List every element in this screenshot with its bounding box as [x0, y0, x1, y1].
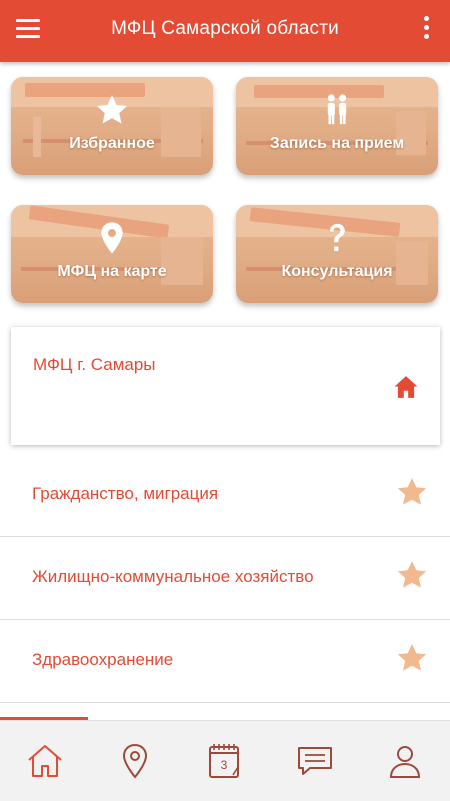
nav-calendar[interactable]: 3 — [180, 721, 270, 801]
home-icon[interactable] — [393, 374, 419, 400]
tile-map-label: МФЦ на карте — [57, 263, 167, 280]
favorite-star-icon[interactable] — [396, 476, 428, 508]
home-icon — [28, 745, 62, 777]
star-icon — [11, 93, 213, 127]
category-label: Здравоохранение — [32, 650, 174, 669]
map-pin-icon — [122, 743, 148, 779]
favorite-star-icon[interactable] — [396, 642, 428, 674]
nav-home[interactable] — [0, 721, 90, 801]
chat-icon — [298, 747, 332, 775]
tile-map[interactable]: МФЦ на карте — [11, 205, 213, 303]
category-housing-utilities[interactable]: Жилищно-коммунальное хозяйство — [0, 537, 450, 620]
tile-appointment[interactable]: Запись на прием — [236, 77, 438, 175]
tile-consultation-label: Консультация — [281, 263, 393, 280]
nav-chat[interactable] — [270, 721, 360, 801]
tile-consultation[interactable]: Консультация — [236, 205, 438, 303]
calendar-icon: 3 — [209, 744, 239, 778]
category-citizenship-migration[interactable]: Гражданство, миграция — [0, 454, 450, 537]
category-healthcare[interactable]: Здравоохранение — [0, 620, 450, 703]
nav-map[interactable] — [90, 721, 180, 801]
people-queue-icon — [236, 93, 438, 127]
tile-appointment-label: Запись на прием — [269, 135, 405, 152]
app-bar: МФЦ Самарской области — [0, 0, 450, 62]
tile-favorites[interactable]: Избранное — [11, 77, 213, 175]
more-options-icon[interactable] — [424, 16, 430, 44]
favorite-star-icon[interactable] — [396, 559, 428, 591]
office-name: МФЦ г. Самары — [33, 355, 156, 374]
profile-icon — [389, 746, 421, 778]
question-mark-icon — [236, 221, 438, 255]
category-label: Жилищно-коммунальное хозяйство — [32, 567, 314, 586]
map-pin-icon — [11, 221, 213, 255]
app-title: МФЦ Самарской области — [111, 18, 339, 39]
calendar-day: 3 — [221, 758, 228, 772]
tile-favorites-label: Избранное — [69, 135, 155, 152]
nav-profile[interactable] — [360, 721, 450, 801]
bottom-navigation: 3 — [0, 720, 450, 801]
category-label: Гражданство, миграция — [32, 484, 219, 503]
selected-office-card[interactable]: МФЦ г. Самары — [11, 327, 440, 445]
